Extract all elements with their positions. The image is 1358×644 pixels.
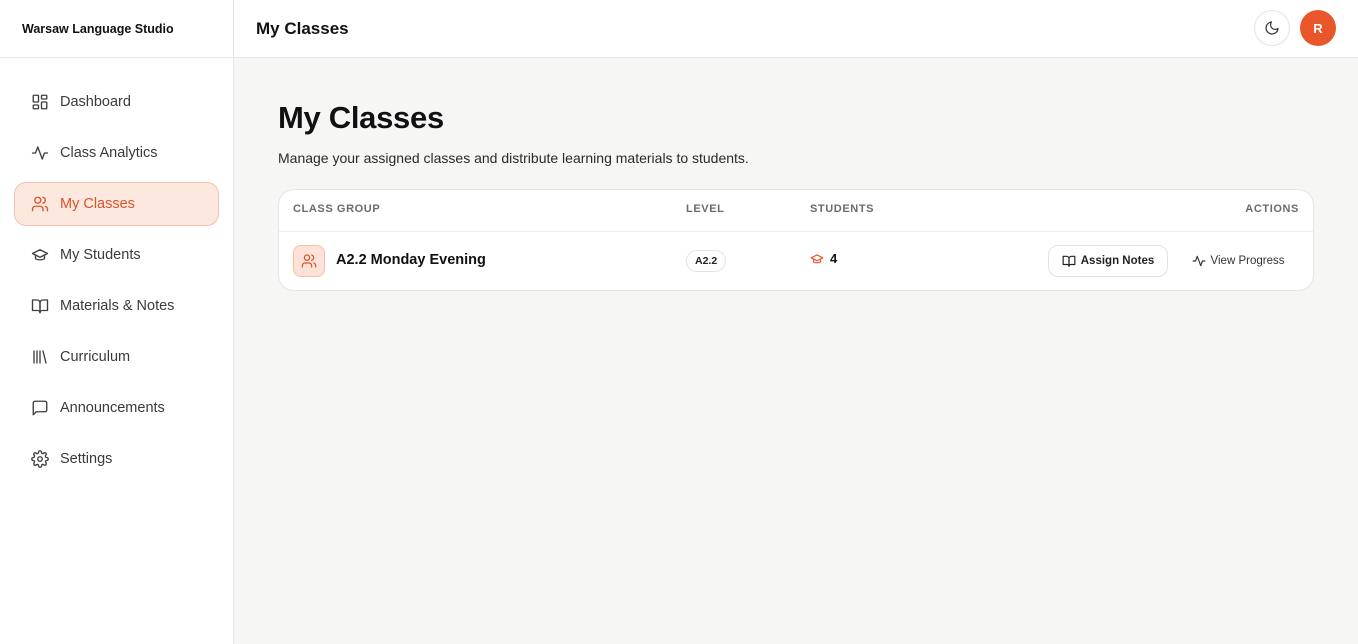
sidebar-item-label: Announcements	[60, 400, 165, 416]
table-row: A2.2 Monday Evening A2.2 4 Assign Notes …	[279, 232, 1313, 290]
sidebar-item-label: Materials & Notes	[60, 298, 175, 314]
sidebar-item-dashboard[interactable]: Dashboard	[14, 80, 219, 124]
column-header-students: STUDENTS	[810, 203, 875, 215]
column-header-class-group: CLASS GROUP	[293, 203, 381, 215]
sidebar-item-materials-notes[interactable]: Materials & Notes	[14, 284, 219, 328]
sidebar: Warsaw Language Studio Dashboard Class A…	[0, 0, 234, 644]
classes-table: CLASS GROUP LEVEL STUDENTS ACTIONS A2.2 …	[278, 189, 1314, 291]
student-count-value: 4	[830, 251, 838, 266]
dashboard-icon	[31, 93, 49, 111]
message-square-icon	[31, 399, 49, 417]
sidebar-item-label: My Classes	[60, 196, 135, 212]
graduation-cap-icon	[810, 252, 824, 266]
users-icon	[31, 195, 49, 213]
users-icon	[293, 245, 325, 277]
view-progress-button[interactable]: View Progress	[1185, 245, 1291, 277]
sidebar-item-my-students[interactable]: My Students	[14, 233, 219, 277]
sidebar-item-curriculum[interactable]: Curriculum	[14, 335, 219, 379]
top-bar: My Classes R	[234, 0, 1358, 58]
sidebar-item-label: Settings	[60, 451, 113, 467]
class-group-name: A2.2 Monday Evening	[336, 252, 486, 268]
gear-icon	[31, 450, 49, 468]
sidebar-item-announcements[interactable]: Announcements	[14, 386, 219, 430]
column-header-level: LEVEL	[686, 203, 725, 215]
assign-notes-button[interactable]: Assign Notes	[1048, 245, 1168, 277]
book-open-icon	[1062, 254, 1076, 268]
sidebar-item-label: My Students	[60, 247, 141, 263]
sidebar-item-my-classes[interactable]: My Classes	[14, 182, 219, 226]
sidebar-item-label: Dashboard	[60, 94, 131, 110]
activity-icon	[31, 144, 49, 162]
sidebar-nav: Dashboard Class Analytics My Classes My …	[0, 58, 233, 481]
moon-icon	[1264, 20, 1280, 36]
sidebar-item-label: Class Analytics	[60, 145, 158, 161]
sidebar-item-label: Curriculum	[60, 349, 131, 365]
library-icon	[31, 348, 49, 366]
activity-icon	[1192, 254, 1206, 268]
page-title: My Classes	[278, 100, 444, 135]
sidebar-item-class-analytics[interactable]: Class Analytics	[14, 131, 219, 175]
book-open-icon	[31, 297, 49, 315]
level-badge: A2.2	[686, 250, 727, 272]
main-content: My Classes Manage your assigned classes …	[278, 100, 1314, 291]
graduation-cap-icon	[31, 246, 49, 264]
header-title: My Classes	[256, 18, 349, 38]
student-count: 4	[810, 251, 837, 266]
assign-notes-label: Assign Notes	[1080, 255, 1155, 267]
page-subtitle: Manage your assigned classes and distrib…	[278, 150, 749, 166]
brand-name: Warsaw Language Studio	[0, 0, 233, 58]
view-progress-label: View Progress	[1210, 255, 1285, 267]
sidebar-item-settings[interactable]: Settings	[14, 437, 219, 481]
table-header: CLASS GROUP LEVEL STUDENTS ACTIONS	[279, 190, 1313, 232]
avatar[interactable]: R	[1300, 10, 1336, 46]
column-header-actions: ACTIONS	[1245, 203, 1299, 215]
theme-toggle-button[interactable]	[1254, 10, 1290, 46]
